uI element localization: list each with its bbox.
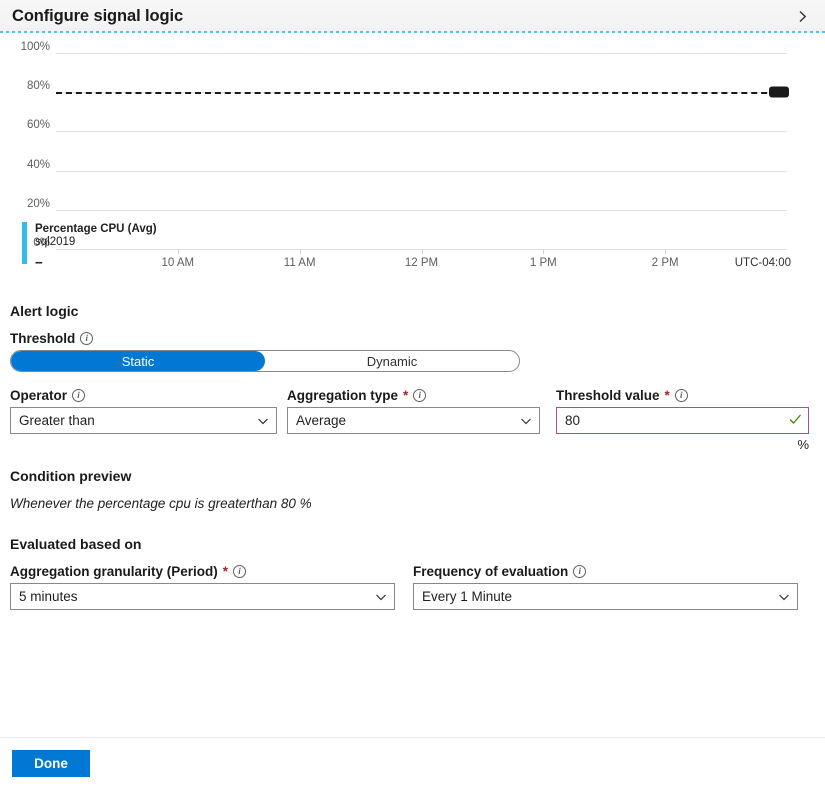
chart-x-tick-label: 11 AM [283, 257, 316, 269]
done-button[interactable]: Done [12, 750, 90, 777]
chart-legend: Percentage CPU (Avg) sql2019 -- [22, 222, 157, 268]
granularity-label: Aggregation granularity (Period) * i [10, 564, 395, 579]
chart-x-tick [299, 249, 301, 254]
chart-y-tick-label: 40% [26, 158, 50, 171]
chart-x-tick [421, 249, 423, 254]
chevron-right-icon[interactable] [789, 4, 815, 30]
evaluated-based-on-heading: Evaluated based on [10, 536, 142, 552]
form-content: Alert logic Threshold i Static Dynamic O… [0, 303, 825, 610]
operator-label: Operator i [10, 388, 277, 403]
chart-x-tick [543, 249, 545, 254]
threshold-value-label: Threshold value * i [556, 388, 809, 403]
operator-value: Greater than [19, 413, 95, 428]
legend-text-group: Percentage CPU (Avg) sql2019 -- [35, 222, 157, 268]
chart-y-tick-label: 100% [20, 41, 50, 53]
blade-header: Configure signal logic [0, 0, 825, 33]
required-marker: * [222, 564, 229, 579]
granularity-dropdown[interactable]: 5 minutes [10, 583, 395, 610]
chart-timezone-label: UTC-04:00 [734, 257, 791, 269]
granularity-field: Aggregation granularity (Period) * i 5 m… [10, 564, 395, 610]
required-marker: * [403, 388, 409, 403]
info-icon[interactable]: i [674, 389, 688, 402]
threshold-label-text: Threshold [10, 331, 76, 346]
threshold-label: Threshold i [10, 331, 815, 346]
info-icon[interactable]: i [80, 332, 94, 345]
threshold-value-input[interactable]: 80 [556, 407, 809, 434]
chart-plot-area: 100% 80% 60% 40% 20% 0% 10 AM 11 AM 12 PM 1 PM 2 P… [21, 41, 791, 269]
threshold-value-field: Threshold value * i 80 % [556, 388, 809, 452]
checkmark-icon [788, 412, 802, 429]
chart-x-axis: 10 AM 11 AM 12 PM 1 PM 2 PM UTC-04:00 [56, 249, 791, 279]
threshold-value-unit: % [797, 437, 809, 452]
chart-x-tick-label: 2 PM [651, 257, 679, 269]
legend-series-name: Percentage CPU (Avg) [35, 223, 157, 235]
chevron-down-icon [519, 414, 533, 428]
aggregation-type-field: Aggregation type * i Average [287, 388, 540, 452]
threshold-option-dynamic[interactable]: Dynamic [265, 351, 519, 371]
chevron-down-icon [256, 414, 270, 428]
chart-gridline [56, 209, 787, 211]
operator-field: Operator i Greater than [10, 388, 277, 452]
frequency-value: Every 1 Minute [422, 589, 513, 604]
header-divider [0, 31, 825, 33]
condition-preview-heading: Condition preview [10, 468, 132, 484]
granularity-value: 5 minutes [19, 589, 78, 604]
frequency-dropdown[interactable]: Every 1 Minute [413, 583, 798, 610]
chevron-down-icon [777, 590, 791, 604]
alert-logic-heading: Alert logic [10, 303, 79, 319]
chart-y-tick-label: 80% [26, 80, 50, 93]
chart-x-tick-label: 12 PM [404, 257, 439, 269]
frequency-field: Frequency of evaluation i Every 1 Minute [413, 564, 798, 610]
threshold-value-label-text: Threshold value [556, 388, 660, 403]
chart-x-tick-label: 10 AM [161, 257, 195, 269]
aggregation-type-label-text: Aggregation type [287, 388, 399, 403]
required-marker: * [664, 388, 670, 403]
chart-x-tick [665, 249, 667, 254]
chart-gridline [56, 131, 787, 133]
frequency-label: Frequency of evaluation i [413, 564, 798, 579]
chevron-down-icon [374, 590, 388, 604]
threshold-type-toggle[interactable]: Static Dynamic [10, 350, 520, 372]
operator-label-text: Operator [10, 388, 68, 403]
threshold-option-static[interactable]: Static [11, 351, 265, 371]
info-icon[interactable]: i [233, 565, 247, 578]
blade-footer: Done [0, 737, 825, 789]
chart-gridline [56, 53, 787, 54]
granularity-label-text: Aggregation granularity (Period) [10, 564, 218, 579]
legend-color-swatch [22, 222, 27, 264]
chart-x-tick-label: 1 PM [529, 257, 557, 269]
aggregation-type-label: Aggregation type * i [287, 388, 540, 403]
operator-dropdown[interactable]: Greater than [10, 407, 277, 434]
legend-series-value: -- [35, 254, 43, 269]
chart-y-tick-label: 20% [26, 197, 50, 210]
info-icon[interactable]: i [413, 389, 427, 402]
frequency-label-text: Frequency of evaluation [413, 564, 569, 579]
page-title: Configure signal logic [12, 7, 184, 25]
condition-preview-text: Whenever the percentage cpu is greaterth… [10, 496, 312, 511]
legend-resource-name: sql2019 [35, 236, 76, 248]
aggregation-type-value: Average [296, 413, 347, 428]
info-icon[interactable]: i [573, 565, 587, 578]
chart-x-tick [177, 249, 179, 254]
threshold-line[interactable] [56, 92, 787, 95]
threshold-drag-handle[interactable] [769, 86, 789, 98]
chart-y-tick-label: 60% [26, 119, 50, 132]
info-icon[interactable]: i [72, 389, 86, 402]
chart-gridline [56, 170, 787, 172]
threshold-value-text: 80 [565, 413, 581, 428]
aggregation-type-dropdown[interactable]: Average [287, 407, 540, 434]
